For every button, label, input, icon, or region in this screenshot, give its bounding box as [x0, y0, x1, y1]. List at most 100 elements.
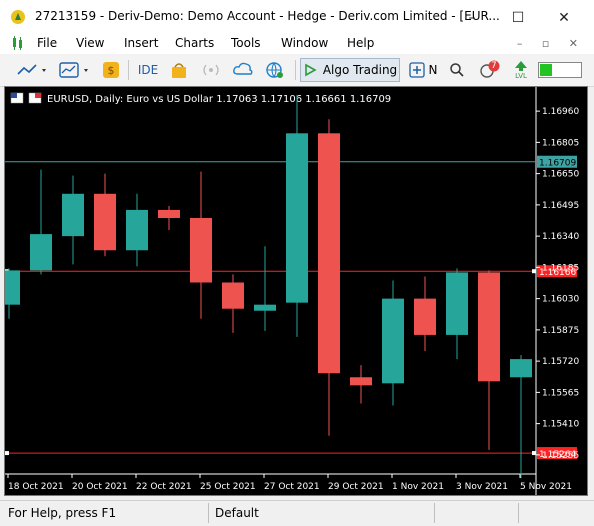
chart-window-icon — [13, 36, 22, 50]
candle-body — [350, 377, 372, 386]
menu-help[interactable]: Help — [347, 36, 374, 50]
candle-body — [30, 234, 52, 271]
app-logo-icon — [11, 10, 25, 24]
search-button[interactable] — [446, 58, 468, 82]
candle[interactable] — [5, 268, 20, 319]
candle-body — [446, 272, 468, 335]
chart-templates-icon — [59, 62, 88, 78]
candle[interactable] — [126, 193, 148, 267]
notifications-button[interactable]: 7 — [476, 58, 502, 82]
y-tick-label: 1.16185 — [542, 263, 579, 273]
candle[interactable] — [62, 175, 84, 265]
menu-window[interactable]: Window — [281, 36, 328, 50]
algo-trading-label: Algo Trading — [322, 63, 398, 77]
vps-button[interactable] — [230, 58, 256, 82]
close-button[interactable]: ✕ — [544, 6, 584, 30]
level-up-icon — [515, 61, 527, 71]
x-tick-label: 27 Oct 2021 — [264, 482, 320, 492]
play-icon — [305, 63, 317, 77]
candle[interactable] — [414, 276, 436, 352]
x-tick-label: 20 Oct 2021 — [72, 482, 128, 492]
menu-bar: File View Insert Charts Tools Window Hel… — [0, 34, 594, 54]
x-tick-label: 18 Oct 2021 — [8, 482, 64, 492]
candle-body — [286, 133, 308, 303]
title-bar: 27213159 - Deriv-Demo: Demo Account - He… — [0, 0, 594, 34]
minimize-button[interactable]: – — [452, 6, 492, 30]
notification-count: 7 — [491, 61, 497, 71]
candle-body — [254, 304, 276, 311]
new-order-button[interactable]: N — [406, 58, 440, 82]
candle[interactable] — [222, 274, 244, 333]
candle[interactable] — [318, 119, 340, 436]
level-button[interactable]: LVL — [508, 58, 534, 82]
hline-handle[interactable] — [5, 451, 9, 456]
candle-body — [5, 270, 20, 305]
algo-trading-button[interactable]: Algo Trading — [300, 58, 400, 82]
x-tick-label: 22 Oct 2021 — [136, 482, 192, 492]
y-tick-label: 1.15410 — [542, 420, 579, 430]
candle-body — [222, 282, 244, 309]
candle[interactable] — [94, 173, 116, 257]
candle[interactable] — [350, 365, 372, 404]
candle-body — [414, 298, 436, 335]
candle[interactable] — [478, 270, 500, 450]
candle[interactable] — [286, 95, 308, 337]
y-tick-label: 1.15565 — [542, 388, 579, 398]
market-button[interactable]: $ — [100, 58, 122, 82]
hline-handle[interactable] — [532, 269, 536, 274]
x-tick-label: 3 Nov 2021 — [456, 482, 508, 492]
menu-charts[interactable]: Charts — [175, 36, 214, 50]
menu-view[interactable]: View — [76, 36, 104, 50]
candle-body — [382, 298, 404, 384]
maximize-button[interactable]: ☐ — [498, 6, 538, 30]
globe-icon — [266, 62, 283, 78]
chart-window[interactable]: EURUSD, Daily: Euro vs US Dollar 1.17063… — [4, 86, 588, 496]
ide-button[interactable]: IDE — [134, 58, 162, 82]
status-profile: Default — [215, 506, 259, 520]
cloud-icon — [233, 62, 253, 75]
y-tick-label: 1.16030 — [542, 295, 579, 305]
connection-status — [538, 58, 582, 82]
status-help-text: For Help, press F1 — [8, 506, 117, 520]
search-icon — [450, 63, 464, 77]
signals-button[interactable] — [198, 58, 224, 82]
symbol-flag-icons — [10, 92, 42, 104]
candle-body — [478, 272, 500, 382]
toolbar: $ IDE Algo Trading N 7 LVL — [0, 54, 594, 87]
dollar-icon: $ — [103, 62, 119, 78]
candle[interactable] — [446, 268, 468, 360]
candle-body — [62, 193, 84, 237]
x-tick-label: 5 Nov 2021 — [520, 482, 572, 492]
community-button[interactable] — [262, 58, 288, 82]
y-tick-label: 1.15875 — [542, 326, 579, 336]
shopping-bag-icon — [172, 63, 186, 78]
candle-body — [190, 217, 212, 283]
y-tick-label: 1.15720 — [542, 357, 579, 367]
store-button[interactable] — [168, 58, 190, 82]
hline-handle[interactable] — [532, 451, 536, 456]
candle[interactable] — [254, 246, 276, 331]
chart-type-dropdown[interactable] — [14, 58, 52, 82]
chart-title: EURUSD, Daily: Euro vs US Dollar 1.17063… — [47, 94, 391, 105]
candle[interactable] — [30, 169, 52, 275]
x-tick-label: 1 Nov 2021 — [392, 482, 444, 492]
menu-insert[interactable]: Insert — [124, 36, 158, 50]
mdi-window-controls[interactable]: – ▫ ✕ — [517, 37, 586, 50]
candle-body — [510, 359, 532, 378]
candle[interactable] — [382, 280, 404, 406]
new-order-label: N — [428, 63, 438, 77]
x-tick-label: 25 Oct 2021 — [200, 482, 256, 492]
candle[interactable] — [510, 355, 532, 479]
menu-tools[interactable]: Tools — [231, 36, 261, 50]
candle[interactable] — [190, 171, 212, 319]
candlestick-chart[interactable]: EURUSD, Daily: Euro vs US Dollar 1.17063… — [5, 87, 587, 495]
y-tick-label: 1.16650 — [542, 170, 579, 180]
y-tick-label: 1.16495 — [542, 201, 579, 211]
y-tick-label: 1.16960 — [542, 107, 579, 117]
menu-file[interactable]: File — [37, 36, 57, 50]
window-title: 27213159 - Deriv-Demo: Demo Account - He… — [35, 9, 500, 23]
line-chart-icon — [17, 64, 46, 75]
candle[interactable] — [158, 205, 180, 231]
candle-body — [126, 209, 148, 251]
timeframe-dropdown[interactable] — [56, 58, 94, 82]
